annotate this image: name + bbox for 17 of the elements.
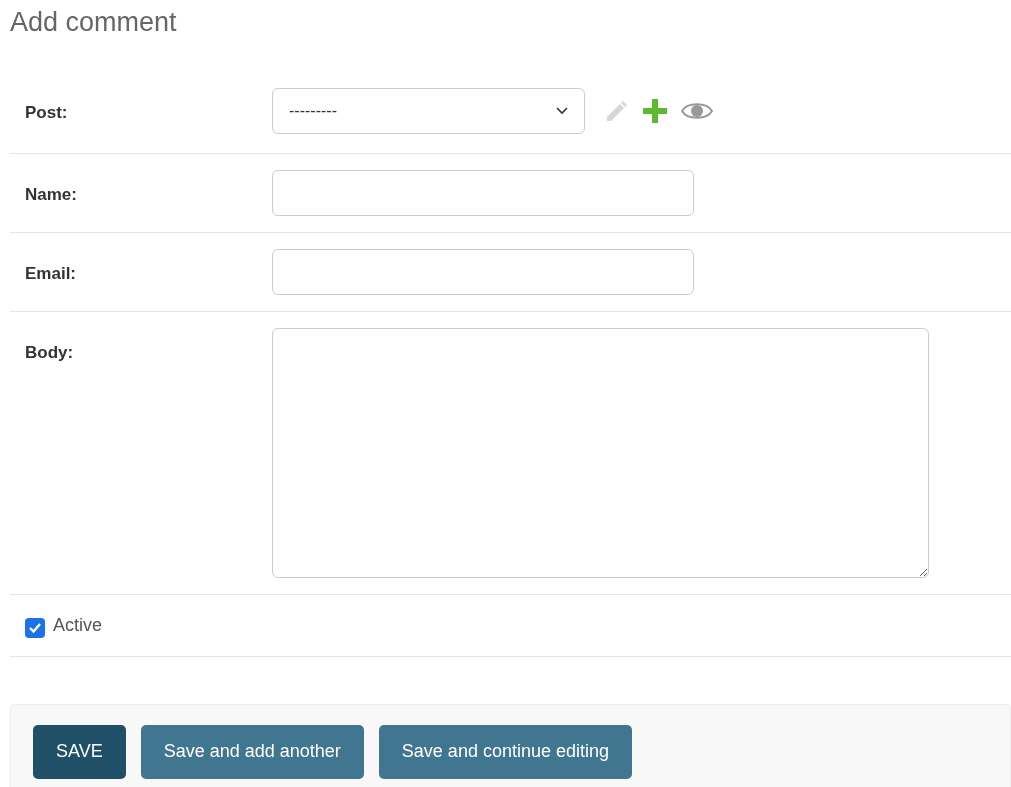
field-label: Post: [25, 102, 68, 122]
post-select[interactable]: --------- [272, 87, 585, 134]
plus-icon[interactable] [643, 98, 667, 123]
save-button[interactable]: Save and add another [140, 724, 364, 779]
page-title: Add comment [10, 6, 178, 39]
checkbox[interactable] [25, 618, 45, 638]
field-label: Body: [25, 342, 74, 362]
save-button[interactable]: SAVE [33, 724, 126, 779]
text-input-field[interactable] [272, 169, 694, 216]
text-input-field[interactable] [272, 248, 694, 295]
chevron-down-icon [556, 106, 568, 115]
body-textarea-field[interactable] [272, 327, 929, 578]
save-button[interactable]: Save and continue editing [378, 724, 632, 779]
field-label: Name: [25, 184, 77, 204]
checkbox-label: Active [53, 613, 103, 637]
checkmark-icon [28, 621, 42, 635]
field-label: Email: [25, 263, 77, 283]
